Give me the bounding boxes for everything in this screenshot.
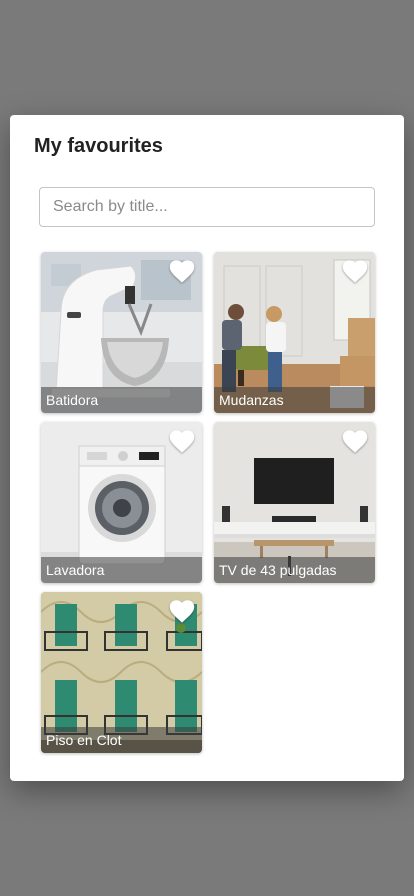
heart-icon[interactable] [168,258,196,284]
favourite-card[interactable]: TV de 43 pulgadas [214,422,375,583]
card-title: Piso en Clot [41,727,202,753]
heart-icon[interactable] [168,428,196,454]
heart-icon[interactable] [168,598,196,624]
favourite-card[interactable]: Mudanzas [214,252,375,413]
favourites-modal: My favourites Batidora [10,115,404,781]
favourite-card[interactable]: Batidora [41,252,202,413]
card-title: Mudanzas [214,387,375,413]
card-title: TV de 43 pulgadas [214,557,375,583]
heart-icon[interactable] [341,428,369,454]
search-input[interactable] [39,187,375,227]
favourite-card[interactable]: Piso en Clot [41,592,202,753]
modal-title: My favourites [34,135,163,157]
heart-icon[interactable] [341,258,369,284]
card-title: Lavadora [41,557,202,583]
favourite-card[interactable]: Lavadora [41,422,202,583]
card-title: Batidora [41,387,202,413]
